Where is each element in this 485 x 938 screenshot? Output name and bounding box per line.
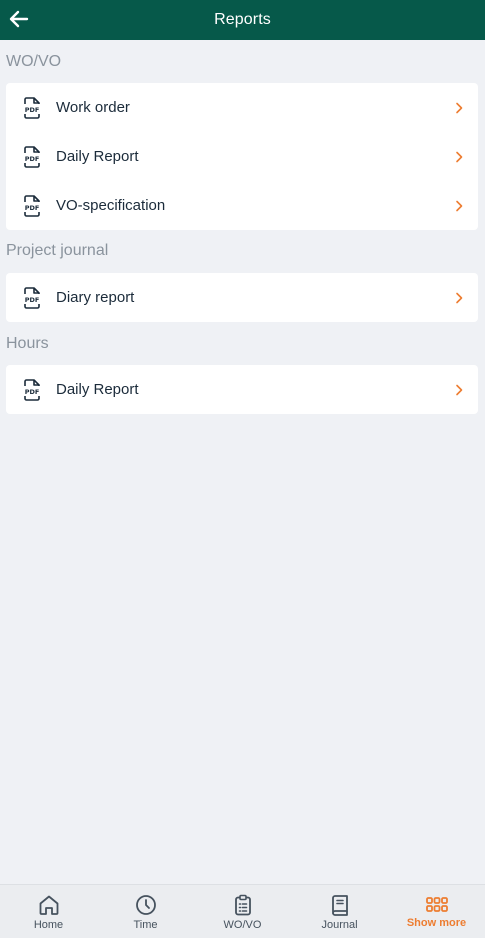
pdf-icon: PDF [24, 194, 40, 217]
pdf-icon: PDF [24, 96, 40, 119]
nav-time[interactable]: Time [97, 885, 194, 938]
report-item-work-order[interactable]: PDF Work order [6, 83, 478, 132]
nav-home[interactable]: Home [0, 885, 97, 938]
report-item-diary-report[interactable]: PDF Diary report [6, 273, 478, 322]
arrow-left-icon [9, 10, 29, 28]
book-icon [331, 895, 348, 916]
report-item-label: Daily Report [56, 148, 139, 165]
chevron-right-icon [456, 102, 463, 113]
home-icon [39, 895, 58, 915]
report-item-label: Diary report [56, 289, 135, 306]
pdf-icon: PDF [24, 286, 40, 309]
chevron-right-icon [456, 292, 463, 303]
nav-label: Time [133, 919, 158, 931]
nav-label: Journal [321, 919, 358, 931]
nav-wovo[interactable]: WO/VO [194, 885, 291, 938]
report-item-label: VO-specification [56, 197, 166, 214]
report-item-label: Daily Report [56, 381, 139, 398]
page-title: Reports [214, 11, 271, 28]
chevron-right-icon [456, 200, 463, 211]
report-item-daily-report[interactable]: PDF Daily Report [6, 132, 478, 181]
nav-label: Home [33, 919, 64, 931]
clipboard-icon [234, 894, 251, 916]
nav-journal[interactable]: Journal [291, 885, 388, 938]
nav-label: Show more [406, 917, 467, 929]
section-card-project-journal: PDF Diary report [6, 273, 478, 322]
report-item-hours-daily-report[interactable]: PDF Daily Report [6, 365, 478, 414]
chevron-right-icon [456, 151, 463, 162]
report-item-vo-specification[interactable]: PDF VO-specification [6, 181, 478, 230]
clock-icon [135, 895, 156, 915]
chevron-right-icon [456, 384, 463, 395]
pdf-icon: PDF [24, 378, 40, 401]
svg-text:PDF: PDF [25, 296, 40, 304]
nav-show-more[interactable]: Show more [388, 885, 485, 938]
svg-text:PDF: PDF [25, 388, 40, 396]
bottom-nav: Home Time WO/VO Journal Show more [0, 884, 485, 938]
pdf-icon: PDF [24, 145, 40, 168]
section-title-wovo: WO/VO [6, 53, 62, 70]
svg-text:PDF: PDF [25, 204, 40, 212]
report-item-label: Work order [56, 99, 130, 116]
nav-label: WO/VO [223, 919, 262, 931]
back-button[interactable] [8, 8, 30, 30]
grid-icon [425, 897, 448, 912]
section-title-project-journal: Project journal [6, 242, 109, 259]
svg-text:PDF: PDF [25, 155, 40, 163]
section-card-wovo: PDF Work order PDF Daily Report PDF VO-s… [6, 83, 478, 230]
svg-text:PDF: PDF [25, 106, 40, 114]
top-bar: Reports [0, 0, 485, 40]
section-title-hours: Hours [6, 335, 49, 352]
section-card-hours: PDF Daily Report [6, 365, 478, 414]
